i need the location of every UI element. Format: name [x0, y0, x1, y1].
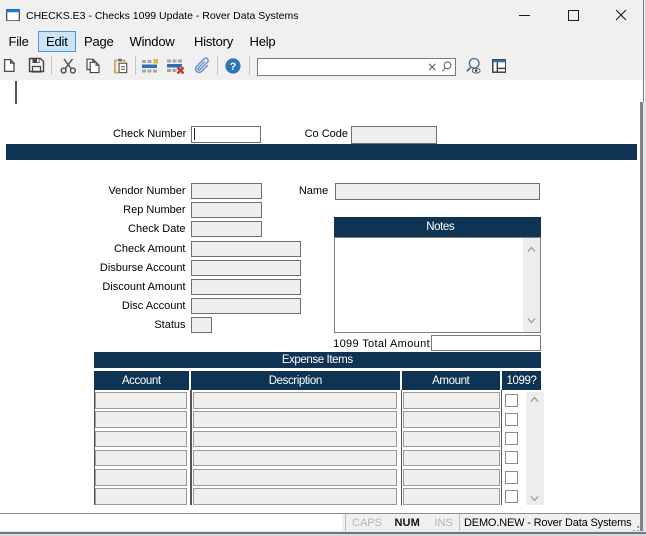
svg-text:?: ? — [230, 61, 237, 73]
